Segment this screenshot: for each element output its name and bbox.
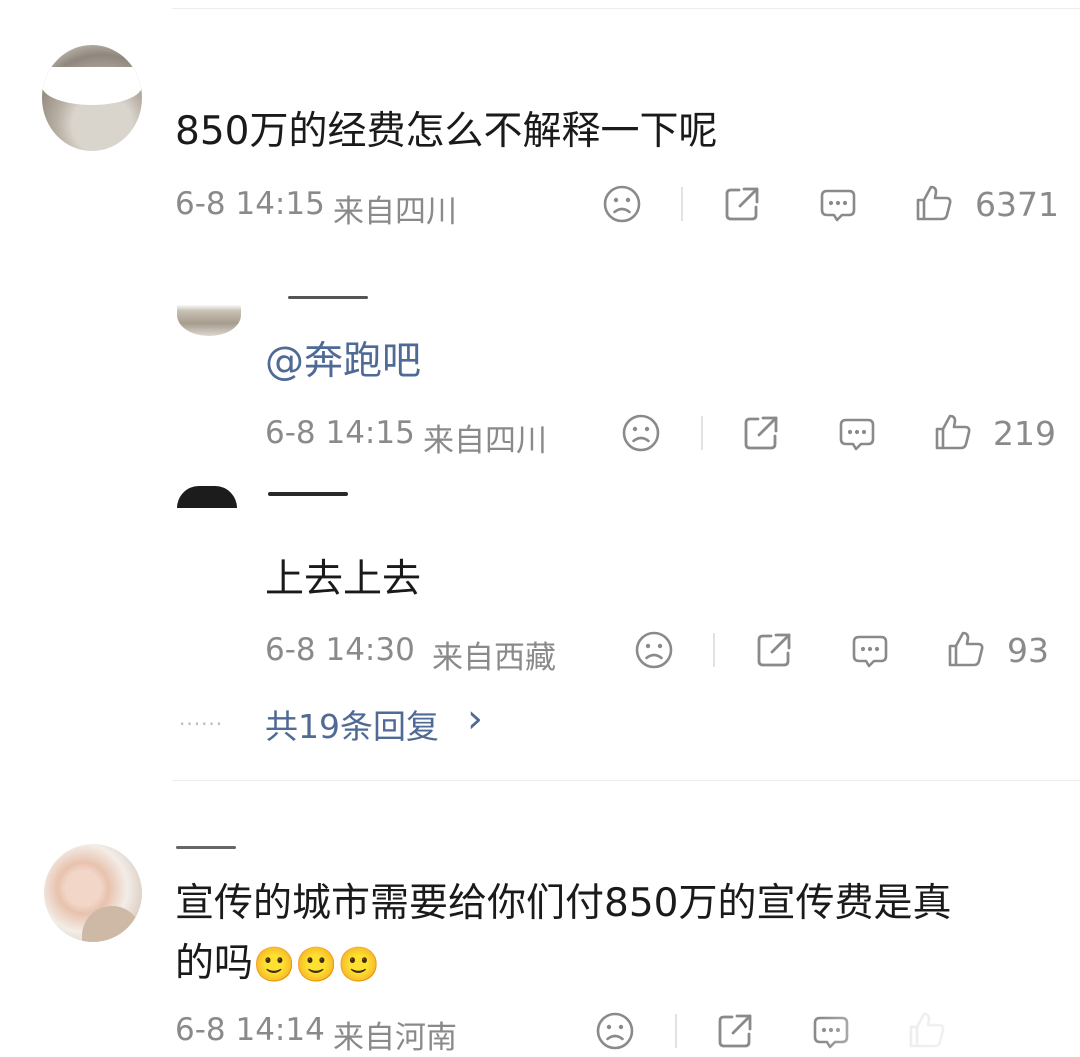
watermark-overlay — [820, 1006, 1080, 1053]
reply-location: 来自西藏 — [432, 640, 556, 676]
comment-time: 6-8 14:15 — [175, 186, 325, 222]
action-divider — [681, 187, 683, 221]
reply-text: 上去上去 — [265, 557, 422, 602]
smile-emoji-icon: 🙂 — [295, 945, 338, 985]
chevron-right-icon: › — [467, 696, 483, 742]
like-count: 6371 — [975, 185, 1059, 224]
comment-location: 来自河南 — [333, 1020, 457, 1056]
dots-icon: ······ — [179, 712, 224, 736]
comment-name-cutoff — [176, 846, 236, 849]
comment-icon[interactable] — [818, 185, 858, 225]
mention-link[interactable]: @奔跑吧 — [265, 339, 421, 384]
avatar[interactable] — [44, 844, 142, 942]
comment-item: 宣传的城市需要给你们付850万的宣传费是真 的吗🙂🙂🙂 6-8 14:14 来自… — [0, 820, 1080, 1056]
comment-item: 850万的经费怎么不解释一下呢 6-8 14:15 来自四川 6371 — [0, 0, 1080, 240]
thumbs-up-icon[interactable] — [914, 183, 954, 223]
reply-time: 6-8 14:15 — [265, 415, 415, 451]
reply-time: 6-8 14:30 — [265, 632, 415, 668]
comment-text-line2: 的吗🙂🙂🙂 — [175, 932, 380, 988]
action-divider — [701, 416, 703, 450]
smile-emoji-icon: 🙂 — [337, 945, 381, 985]
thumbs-up-icon[interactable] — [946, 629, 986, 669]
reply-name-cutoff — [268, 492, 348, 496]
avatar[interactable] — [177, 486, 237, 508]
sad-face-icon[interactable] — [595, 1011, 635, 1051]
avatar[interactable] — [42, 45, 142, 151]
comment-text: 850万的经费怎么不解释一下呢 — [175, 109, 718, 154]
action-divider — [713, 633, 715, 667]
share-icon[interactable] — [754, 630, 794, 670]
sad-face-icon[interactable] — [634, 630, 674, 670]
like-count: 93 — [1007, 631, 1049, 670]
comment-text-continued: 的吗 — [175, 941, 254, 986]
action-divider — [675, 1014, 677, 1048]
reply-location: 来自四川 — [423, 423, 547, 459]
reply-name-cutoff — [288, 296, 368, 299]
share-icon[interactable] — [722, 184, 762, 224]
comment-location: 来自四川 — [333, 194, 457, 230]
more-replies-label[interactable]: 共19条回复 — [265, 700, 439, 748]
share-icon[interactable] — [741, 413, 781, 453]
more-replies[interactable]: ······ 共19条回复 › — [175, 696, 575, 748]
sad-face-icon[interactable] — [621, 413, 661, 453]
comment-icon[interactable] — [837, 414, 877, 454]
reply-item: 上去上去 6-8 14:30 来自西藏 93 — [0, 480, 1080, 680]
thumbs-up-icon[interactable] — [933, 412, 973, 452]
comment-time: 6-8 14:14 — [175, 1012, 325, 1048]
comment-divider — [172, 780, 1080, 781]
reply-item: @奔跑吧 6-8 14:15 来自四川 219 — [0, 280, 1080, 470]
sad-face-icon[interactable] — [602, 184, 642, 224]
comment-icon[interactable] — [850, 631, 890, 671]
reply-text: @奔跑吧 — [265, 330, 421, 386]
like-count: 219 — [993, 414, 1056, 453]
share-icon[interactable] — [715, 1011, 755, 1051]
comment-text: 宣传的城市需要给你们付850万的宣传费是真 — [175, 881, 952, 926]
avatar[interactable] — [177, 294, 241, 336]
smile-emoji-icon: 🙂 — [253, 945, 296, 985]
